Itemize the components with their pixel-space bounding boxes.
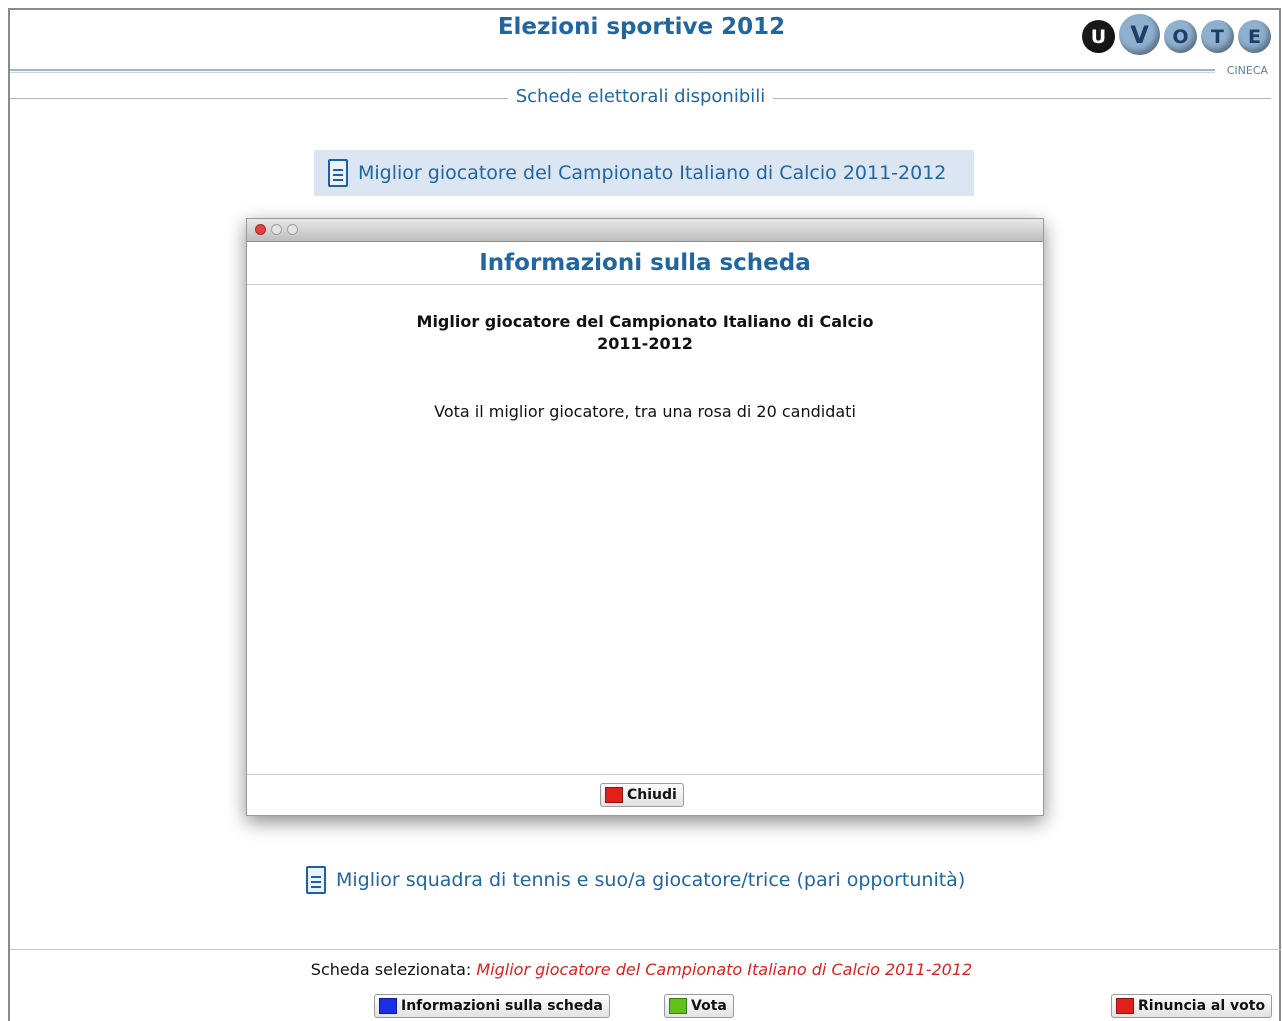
ballot-info-button[interactable]: Informazioni sulla scheda bbox=[374, 994, 610, 1018]
close-window-icon[interactable] bbox=[255, 224, 266, 235]
blue-square-icon bbox=[379, 998, 397, 1014]
ballot-info-dialog: Informazioni sulla scheda Miglior giocat… bbox=[246, 218, 1044, 816]
dialog-ballot-name-line2: 2011-2012 bbox=[597, 334, 693, 353]
dialog-description: Vota il miglior giocatore, tra una rosa … bbox=[434, 402, 856, 421]
red-square-icon bbox=[605, 787, 623, 803]
dialog-titlebar bbox=[247, 219, 1043, 242]
logo-letter-u: U bbox=[1082, 20, 1115, 53]
selected-prefix: Scheda selezionata: bbox=[310, 960, 472, 979]
logo-caption: CINECA bbox=[1223, 64, 1271, 77]
header-divider-secondary bbox=[10, 72, 1215, 73]
logo-letter-t: T bbox=[1201, 20, 1234, 53]
logo-letter-e: E bbox=[1238, 20, 1271, 53]
document-icon bbox=[306, 866, 326, 894]
section-title: Schede elettorali disponibili bbox=[10, 86, 1271, 107]
vote-button-label: Vota bbox=[691, 998, 727, 1014]
vote-button[interactable]: Vota bbox=[664, 994, 734, 1018]
document-icon bbox=[328, 159, 348, 187]
header-divider bbox=[10, 69, 1215, 71]
renounce-vote-button-label: Rinuncia al voto bbox=[1138, 998, 1266, 1014]
close-button[interactable]: Chiudi bbox=[600, 783, 684, 807]
ballot-item-selected[interactable]: Miglior giocatore del Campionato Italian… bbox=[314, 150, 974, 196]
minimize-window-icon[interactable] bbox=[271, 224, 282, 235]
section-title-label: Schede elettorali disponibili bbox=[507, 86, 774, 107]
logo-letter-o: O bbox=[1164, 20, 1197, 53]
red-square-icon bbox=[1116, 998, 1134, 1014]
ballot-label: Miglior squadra di tennis e suo/a giocat… bbox=[336, 869, 966, 891]
ballot-item[interactable]: Miglior squadra di tennis e suo/a giocat… bbox=[306, 866, 965, 894]
dialog-heading: Informazioni sulla scheda bbox=[247, 242, 1043, 285]
green-square-icon bbox=[669, 998, 687, 1014]
close-button-label: Chiudi bbox=[627, 787, 677, 803]
logo-letter-v: V bbox=[1119, 14, 1160, 55]
dialog-ballot-name: Miglior giocatore del Campionato Italian… bbox=[327, 311, 963, 355]
dialog-ballot-name-line1: Miglior giocatore del Campionato Italian… bbox=[416, 312, 874, 331]
footer-divider bbox=[10, 949, 1281, 950]
selected-ballot-value: Miglior giocatore del Campionato Italian… bbox=[476, 960, 973, 979]
ballot-info-button-label: Informazioni sulla scheda bbox=[401, 998, 603, 1014]
ballot-label: Miglior giocatore del Campionato Italian… bbox=[358, 162, 947, 184]
uvote-logo: U V O T E bbox=[1082, 14, 1271, 55]
renounce-vote-button[interactable]: Rinuncia al voto bbox=[1111, 994, 1273, 1018]
dialog-footer: Chiudi bbox=[247, 774, 1043, 815]
zoom-window-icon[interactable] bbox=[287, 224, 298, 235]
selected-ballot-status: Scheda selezionata: Miglior giocatore de… bbox=[0, 960, 1283, 979]
